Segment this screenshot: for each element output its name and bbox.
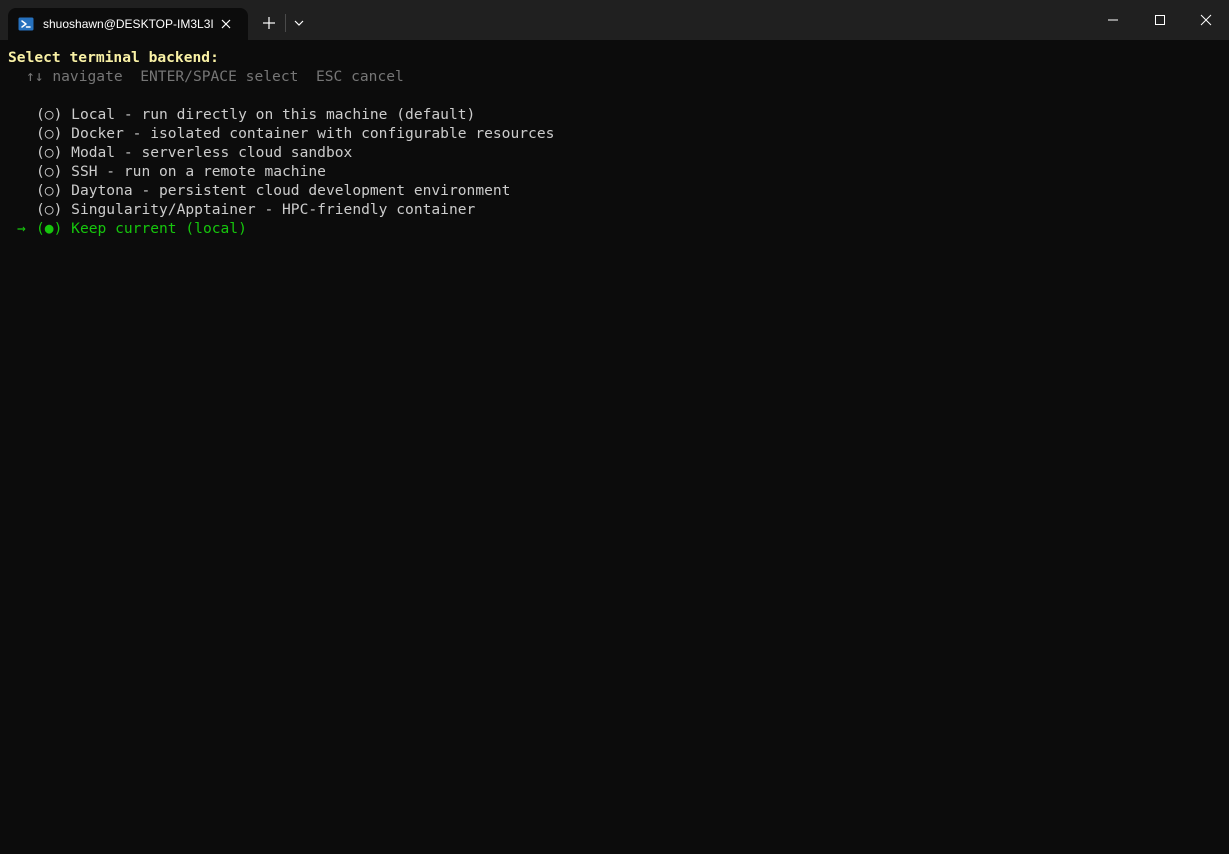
radio-marker: (○) xyxy=(36,201,63,218)
powershell-icon xyxy=(18,16,34,32)
radio-marker: (○) xyxy=(36,144,63,161)
radio-marker: (○) xyxy=(36,125,63,142)
option-label: Modal - serverless cloud sandbox xyxy=(71,144,353,161)
radio-marker: (○) xyxy=(36,182,63,199)
title-bar: shuoshawn@DESKTOP-IM3L3I xyxy=(0,0,1229,40)
option-label: Singularity/Apptainer - HPC-friendly con… xyxy=(71,201,476,218)
maximize-button[interactable] xyxy=(1137,0,1183,40)
chevron-down-icon xyxy=(294,20,304,26)
option-label: Docker - isolated container with configu… xyxy=(71,125,555,142)
radio-marker: (○) xyxy=(36,106,63,123)
plus-icon xyxy=(263,17,275,29)
tab-divider xyxy=(285,14,286,32)
minimize-button[interactable] xyxy=(1090,0,1136,40)
close-icon[interactable] xyxy=(218,16,234,32)
option-label: Local - run directly on this machine (de… xyxy=(71,106,476,123)
option-modal[interactable]: (○) Modal - serverless cloud sandbox xyxy=(36,143,352,162)
option-label: Keep current (local) xyxy=(71,220,247,237)
minimize-icon xyxy=(1108,19,1118,21)
window-close-icon xyxy=(1200,14,1212,26)
hint-cancel: ESC cancel xyxy=(315,68,404,85)
option-keep-current[interactable]: (●) Keep current (local) xyxy=(36,219,247,238)
hint-navigate: ↑↓ navigate xyxy=(26,68,123,85)
tab-title: shuoshawn@DESKTOP-IM3L3I xyxy=(43,17,214,31)
radio-marker-selected: (●) xyxy=(36,220,63,237)
maximize-icon xyxy=(1155,15,1165,25)
option-label: Daytona - persistent cloud development e… xyxy=(71,182,511,199)
selection-pointer: → xyxy=(17,220,26,237)
tab-dropdown-button[interactable] xyxy=(288,10,310,36)
option-docker[interactable]: (○) Docker - isolated container with con… xyxy=(36,124,554,143)
key-hints: ↑↓ navigate ENTER/SPACE select ESC cance… xyxy=(26,67,404,86)
radio-marker: (○) xyxy=(36,163,63,180)
option-label: SSH - run on a remote machine xyxy=(71,163,326,180)
window-close-button[interactable] xyxy=(1183,0,1229,40)
option-ssh[interactable]: (○) SSH - run on a remote machine xyxy=(36,162,326,181)
terminal-window: shuoshawn@DESKTOP-IM3L3I Select terminal… xyxy=(0,0,1229,854)
terminal-tab[interactable]: shuoshawn@DESKTOP-IM3L3I xyxy=(8,8,248,40)
option-singularity[interactable]: (○) Singularity/Apptainer - HPC-friendly… xyxy=(36,200,475,219)
option-local[interactable]: (○) Local - run directly on this machine… xyxy=(36,105,475,124)
prompt-title: Select terminal backend: xyxy=(8,49,219,66)
new-tab-button[interactable] xyxy=(256,10,282,36)
option-daytona[interactable]: (○) Daytona - persistent cloud developme… xyxy=(36,181,510,200)
hint-select: ENTER/SPACE select xyxy=(140,68,299,85)
terminal-output[interactable]: Select terminal backend: ↑↓ navigate ENT… xyxy=(0,40,1229,854)
